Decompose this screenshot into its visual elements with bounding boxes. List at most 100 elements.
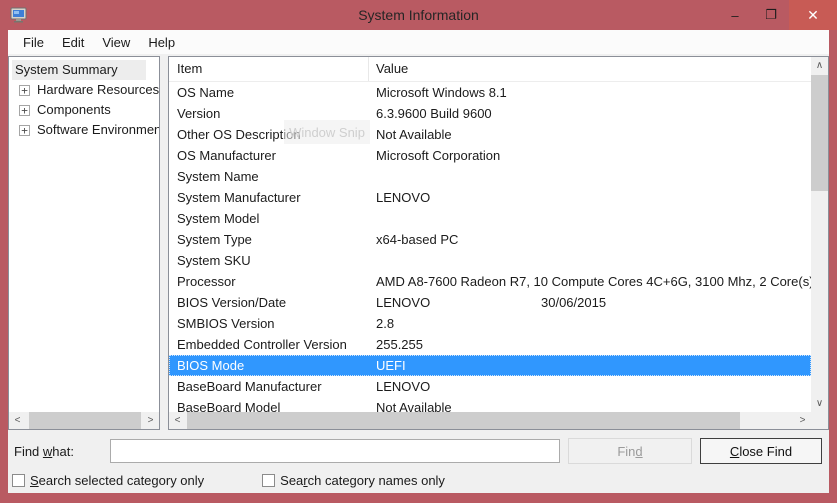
value-cell: Not Available (369, 397, 811, 412)
table-vscroll-track (811, 74, 828, 395)
tree-item-label: Hardware Resources (34, 80, 159, 100)
window-body: FileEditViewHelp System Summary + Hardware… (8, 30, 829, 493)
table-row[interactable]: OS ManufacturerMicrosoft Corporation (169, 145, 811, 166)
table-row[interactable]: BIOS Version/DateLENOVO30/06/2015 (169, 292, 811, 313)
system-information-window: System Information – ❐ ✕ FileEditViewHel… (0, 0, 837, 503)
value-cell (369, 166, 811, 187)
scroll-left-icon[interactable]: < (169, 412, 186, 429)
main-split: System Summary + Hardware Resources+Compon… (8, 54, 829, 430)
table-hscroll-track (186, 412, 794, 429)
menubar: FileEditViewHelp (8, 30, 829, 54)
table-hscroll-thumb[interactable] (187, 412, 740, 429)
value-cell: Microsoft Corporation (369, 145, 811, 166)
table-horizontal-scrollbar[interactable]: < > (169, 412, 811, 429)
table-row[interactable]: System Typex64-based PC (169, 229, 811, 250)
table-header: Item Value (169, 57, 811, 82)
item-cell: BIOS Version/Date (169, 292, 369, 313)
item-cell: OS Manufacturer (169, 145, 369, 166)
value-cell: UEFI (369, 355, 811, 376)
tree-item-label: System Summary (12, 60, 146, 80)
table-row[interactable]: System Model (169, 208, 811, 229)
item-cell: Embedded Controller Version (169, 334, 369, 355)
scroll-down-icon[interactable]: ∨ (811, 395, 828, 412)
window-title: System Information (0, 7, 837, 23)
value-cell: 2.8 (369, 313, 811, 334)
item-cell: Other OS Description (169, 124, 369, 145)
msinfo-app-icon (10, 7, 28, 23)
value-cell: LENOVO (369, 376, 811, 397)
table-row[interactable]: SMBIOS Version2.8 (169, 313, 811, 334)
expand-plus-icon[interactable]: + (19, 85, 30, 96)
menu-view[interactable]: View (93, 32, 139, 53)
menu-edit[interactable]: Edit (53, 32, 93, 53)
table-row[interactable]: System SKU (169, 250, 811, 271)
value-cell: Not Available (369, 124, 811, 145)
expand-plus-icon[interactable]: + (19, 105, 30, 116)
scroll-left-icon[interactable]: < (9, 412, 26, 429)
table-row[interactable]: Other OS DescriptionNot Available (169, 124, 811, 145)
table-row[interactable]: BaseBoard ManufacturerLENOVO (169, 376, 811, 397)
scroll-right-icon[interactable]: > (142, 412, 159, 429)
value-cell: Microsoft Windows 8.1 (369, 82, 811, 103)
search-category-names-label: Search category names only (280, 473, 445, 488)
table-body: OS NameMicrosoft Windows 8.1Version6.3.9… (169, 82, 811, 412)
maximize-icon: ❐ (765, 7, 777, 23)
table-vertical-scrollbar[interactable]: ∧ ∨ (811, 57, 828, 412)
search-selected-category-option[interactable]: Search selected category only (12, 473, 204, 488)
find-button[interactable]: Find (568, 438, 692, 464)
column-header-value[interactable]: Value (369, 57, 811, 81)
scrollbar-corner (811, 412, 828, 429)
close-find-button[interactable]: Close Find (700, 438, 822, 464)
table-row[interactable]: ProcessorAMD A8-7600 Radeon R7, 10 Compu… (169, 271, 811, 292)
table-row[interactable]: System ManufacturerLENOVO (169, 187, 811, 208)
value-cell: 255.255 (369, 334, 811, 355)
minimize-button[interactable]: – (717, 0, 753, 30)
category-tree: System Summary + Hardware Resources+Compon… (9, 57, 159, 412)
menu-help[interactable]: Help (139, 32, 184, 53)
find-what-input[interactable] (110, 439, 560, 463)
titlebar: System Information – ❐ ✕ (0, 0, 837, 30)
value-cell: x64-based PC (369, 229, 811, 250)
menu-file[interactable]: File (14, 32, 53, 53)
table-row[interactable]: BaseBoard ModelNot Available (169, 397, 811, 412)
checkbox-icon[interactable] (12, 474, 25, 487)
column-header-item[interactable]: Item (169, 57, 369, 81)
close-icon: ✕ (807, 7, 819, 24)
detail-table-panel: Item Value OS NameMicrosoft Windows 8.1V… (168, 56, 829, 430)
item-cell: BIOS Mode (169, 355, 369, 376)
scroll-up-icon[interactable]: ∧ (811, 57, 828, 74)
tree-horizontal-scrollbar[interactable]: < > (9, 412, 159, 429)
item-cell: System SKU (169, 250, 369, 271)
tree-item-software-environment[interactable]: + Software Environment (19, 120, 159, 140)
table-row[interactable]: OS NameMicrosoft Windows 8.1 (169, 82, 811, 103)
tree-item-label: Software Environment (34, 120, 159, 140)
table-vscroll-thumb[interactable] (811, 75, 828, 191)
scroll-right-icon[interactable]: > (794, 412, 811, 429)
item-cell: SMBIOS Version (169, 313, 369, 334)
value-cell: 6.3.9600 Build 9600 (369, 103, 811, 124)
expand-plus-icon[interactable]: + (19, 125, 30, 136)
item-cell: BaseBoard Model (169, 397, 369, 412)
table-row[interactable]: Embedded Controller Version255.255 (169, 334, 811, 355)
value-cell (369, 250, 811, 271)
table-row[interactable]: Version6.3.9600 Build 9600 (169, 103, 811, 124)
checkbox-icon[interactable] (262, 474, 275, 487)
item-cell: System Manufacturer (169, 187, 369, 208)
tree-item-system-summary[interactable]: System Summary (12, 60, 159, 80)
table-row[interactable]: System Name (169, 166, 811, 187)
search-options-row: Search selected category only Search cat… (8, 467, 829, 493)
search-selected-category-label: Search selected category only (30, 473, 204, 488)
category-tree-panel: System Summary + Hardware Resources+Compon… (8, 56, 160, 430)
tree-hscroll-thumb[interactable] (29, 412, 141, 429)
table-row[interactable]: BIOS ModeUEFI (169, 355, 811, 376)
item-cell: OS Name (169, 82, 369, 103)
find-bar: Find what: Find Close Find (8, 435, 829, 467)
search-category-names-option[interactable]: Search category names only (262, 473, 445, 488)
maximize-button[interactable]: ❐ (753, 0, 789, 30)
close-button[interactable]: ✕ (789, 0, 837, 30)
find-what-label: Find what: (14, 444, 110, 459)
item-cell: Version (169, 103, 369, 124)
tree-item-components[interactable]: +Components (19, 100, 159, 120)
item-cell: System Model (169, 208, 369, 229)
tree-item-hardware-resources[interactable]: + Hardware Resources (19, 80, 159, 100)
